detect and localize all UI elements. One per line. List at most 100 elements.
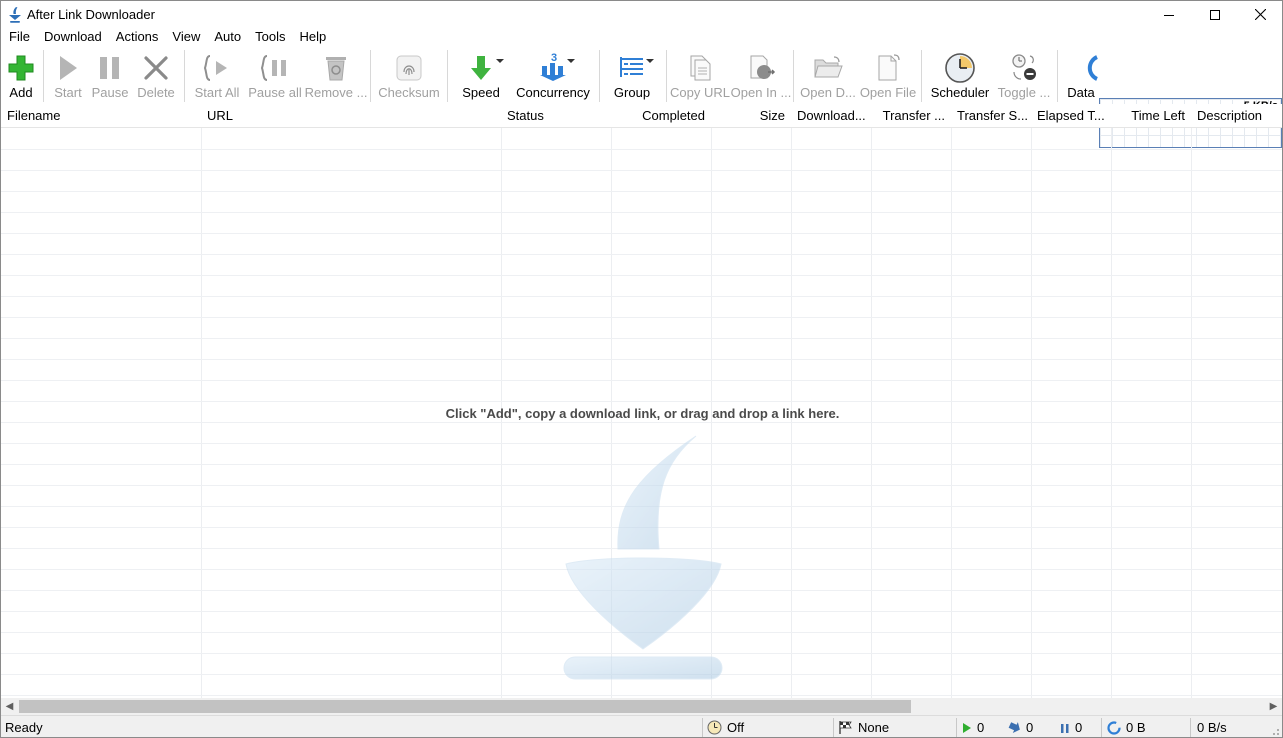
copy-url-label: Copy URL xyxy=(670,85,730,100)
group-button[interactable]: Group xyxy=(607,47,657,103)
column-header-transfer[interactable]: Transfer ... xyxy=(871,104,951,128)
delete-label: Delete xyxy=(137,85,175,100)
open-directory-button[interactable]: Open D... xyxy=(798,47,858,103)
resize-grip-icon[interactable] xyxy=(1269,725,1280,736)
menu-view[interactable]: View xyxy=(165,28,207,47)
data-usage-icon xyxy=(1107,720,1121,735)
clock-icon xyxy=(945,53,975,83)
speed-dropdown-arrow-icon[interactable] xyxy=(496,59,504,63)
row-gridline xyxy=(1,191,1282,192)
menu-file[interactable]: File xyxy=(1,28,37,47)
menu-help[interactable]: Help xyxy=(292,28,333,47)
status-finish-action[interactable]: None xyxy=(838,716,890,737)
column-header-status[interactable]: Status xyxy=(501,104,611,128)
app-logo-watermark-icon xyxy=(563,435,723,680)
pause-icon xyxy=(100,57,119,79)
pause-all-button[interactable]: Pause all xyxy=(247,47,303,103)
open-file-label: Open File xyxy=(859,85,917,100)
group-list-icon xyxy=(620,57,643,77)
row-gridline xyxy=(1,380,1282,381)
checkered-flag-icon xyxy=(839,721,852,734)
scroll-left-arrow-icon[interactable]: ◀ xyxy=(1,698,18,715)
minimize-button[interactable] xyxy=(1146,1,1192,28)
status-active-value: 0 xyxy=(977,720,985,735)
queue-arrow-icon xyxy=(1008,721,1020,733)
scroll-right-arrow-icon[interactable]: ▶ xyxy=(1265,698,1282,715)
open-file-button[interactable]: Open File xyxy=(858,47,918,103)
row-gridline xyxy=(1,275,1282,276)
scheduler-button[interactable]: Scheduler xyxy=(928,47,992,103)
status-separator xyxy=(702,718,703,737)
status-separator xyxy=(956,718,957,737)
start-all-button[interactable]: Start All xyxy=(191,47,243,103)
fingerprint-icon xyxy=(396,55,422,81)
x-delete-icon xyxy=(144,56,168,80)
close-button[interactable] xyxy=(1237,1,1282,28)
scrollbar-thumb[interactable] xyxy=(19,700,911,713)
toolbar: Add Start Pause Delete Start All Pause a… xyxy=(1,47,1282,148)
toggle-button[interactable]: Toggle ... xyxy=(994,47,1054,103)
column-header-elapsed-time[interactable]: Elapsed T... xyxy=(1031,104,1111,128)
status-finish-action-value: None xyxy=(858,720,890,735)
concurrency-button[interactable]: 3 Concurrency xyxy=(513,47,593,103)
open-in-button[interactable]: Open In ... xyxy=(730,47,792,103)
green-down-arrow-icon xyxy=(471,56,491,80)
status-scheduler[interactable]: Off xyxy=(707,716,745,737)
checksum-button[interactable]: Checksum xyxy=(377,47,441,103)
row-gridline xyxy=(1,212,1282,213)
checksum-label: Checksum xyxy=(378,85,440,100)
status-text: Ready xyxy=(5,720,43,735)
data-usage-icon xyxy=(1087,55,1098,81)
menu-actions[interactable]: Actions xyxy=(109,28,166,47)
app-window: After Link Downloader File Download Acti… xyxy=(0,0,1283,738)
start-button[interactable]: Start xyxy=(51,47,85,103)
column-header-description[interactable]: Description xyxy=(1191,104,1282,128)
column-header-url[interactable]: URL xyxy=(201,104,501,128)
column-header-completed[interactable]: Completed xyxy=(611,104,711,128)
menu-tools[interactable]: Tools xyxy=(248,28,292,47)
column-header-download-speed[interactable]: Download... xyxy=(791,104,871,128)
data-button[interactable]: Data xyxy=(1061,47,1101,103)
status-separator xyxy=(1190,718,1191,737)
toolbar-separator xyxy=(921,50,922,102)
column-header-size[interactable]: Size xyxy=(711,104,791,128)
group-dropdown-arrow-icon[interactable] xyxy=(646,59,654,63)
menu-bar: File Download Actions View Auto Tools He… xyxy=(1,28,1282,47)
remove-button[interactable]: Remove ... xyxy=(305,47,367,103)
row-gridline xyxy=(1,254,1282,255)
maximize-button[interactable] xyxy=(1192,1,1238,28)
toolbar-separator xyxy=(1057,50,1058,102)
toolbar-separator xyxy=(666,50,667,102)
pause-icon xyxy=(1061,723,1069,733)
empty-list-message: Click "Add", copy a download link, or dr… xyxy=(445,406,840,421)
add-button[interactable]: Add xyxy=(5,47,37,103)
status-scheduler-value: Off xyxy=(727,720,745,735)
row-gridline xyxy=(1,359,1282,360)
menu-download[interactable]: Download xyxy=(37,28,109,47)
window-title: After Link Downloader xyxy=(27,7,155,22)
horizontal-scrollbar[interactable]: ◀ ▶ xyxy=(1,698,1282,715)
concurrency-badge: 3 xyxy=(551,52,558,64)
row-gridline xyxy=(1,338,1282,339)
status-bar: Ready Off None 0 0 0 0 B 0 B/s xyxy=(1,715,1282,737)
speed-button[interactable]: Speed xyxy=(459,47,503,103)
column-header-filename[interactable]: Filename xyxy=(1,104,201,128)
title-bar: After Link Downloader xyxy=(1,1,1282,28)
concurrency-dropdown-arrow-icon[interactable] xyxy=(567,59,575,63)
status-paused-value: 0 xyxy=(1075,720,1083,735)
speed-label: Speed xyxy=(462,85,500,100)
clock-icon xyxy=(707,720,722,735)
column-header-time-left[interactable]: Time Left xyxy=(1111,104,1191,128)
delete-button[interactable]: Delete xyxy=(135,47,177,103)
column-header-transfer-speed[interactable]: Transfer S... xyxy=(951,104,1031,128)
pause-button[interactable]: Pause xyxy=(89,47,131,103)
open-in-browser-icon xyxy=(750,55,776,79)
toolbar-separator xyxy=(599,50,600,102)
status-downloaded: 0 B xyxy=(1107,716,1146,737)
data-label: Data xyxy=(1067,85,1095,100)
pause-all-icon xyxy=(260,55,286,81)
copy-url-button[interactable]: Copy URL xyxy=(670,47,730,103)
start-label: Start xyxy=(54,85,82,100)
menu-auto[interactable]: Auto xyxy=(207,28,248,47)
minimize-icon xyxy=(1164,14,1174,16)
